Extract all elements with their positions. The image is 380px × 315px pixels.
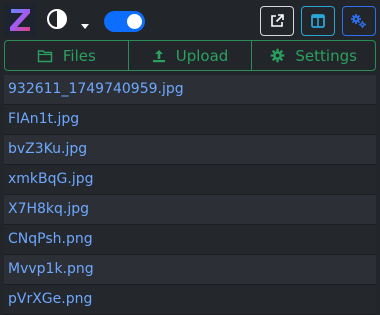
- tab-settings-label: Settings: [295, 46, 357, 65]
- dark-mode-toggle[interactable]: [104, 11, 145, 32]
- file-item[interactable]: xmkBqG.jpg: [4, 165, 376, 195]
- tab-files-label: Files: [62, 46, 96, 65]
- folder-icon: [37, 49, 53, 62]
- tab-upload[interactable]: Upload: [127, 41, 252, 70]
- file-item[interactable]: FIAn1t.jpg: [4, 105, 376, 135]
- settings-cogs-button[interactable]: [342, 6, 376, 36]
- z-logo-icon[interactable]: [4, 4, 36, 36]
- caret-down-icon[interactable]: [80, 16, 90, 29]
- tab-upload-label: Upload: [175, 46, 229, 65]
- file-item[interactable]: bvZ3Ku.jpg: [4, 135, 376, 165]
- file-item[interactable]: Mvvp1k.png: [4, 255, 376, 285]
- gear-icon: [271, 48, 285, 63]
- file-item[interactable]: X7H8kq.jpg: [4, 195, 376, 225]
- upload-icon: [152, 49, 165, 62]
- tab-bar: Files Upload Settings: [4, 40, 376, 71]
- tab-files[interactable]: Files: [5, 41, 128, 70]
- columns-icon: [311, 14, 325, 28]
- contrast-icon[interactable]: [45, 7, 69, 31]
- open-external-button[interactable]: [260, 6, 294, 36]
- file-item[interactable]: CNqPsh.png: [4, 225, 376, 255]
- external-link-icon: [271, 14, 284, 27]
- file-item[interactable]: pVrXGe.png: [4, 285, 376, 315]
- tab-settings[interactable]: Settings: [251, 41, 375, 70]
- toggle-panel-button[interactable]: [301, 6, 335, 36]
- cogs-icon: [351, 14, 366, 28]
- top-toolbar: [0, 0, 380, 40]
- toggle-knob: [127, 14, 142, 29]
- file-list: 932611_1749740959.jpg FIAn1t.jpg bvZ3Ku.…: [4, 75, 376, 315]
- file-item[interactable]: 932611_1749740959.jpg: [4, 75, 376, 105]
